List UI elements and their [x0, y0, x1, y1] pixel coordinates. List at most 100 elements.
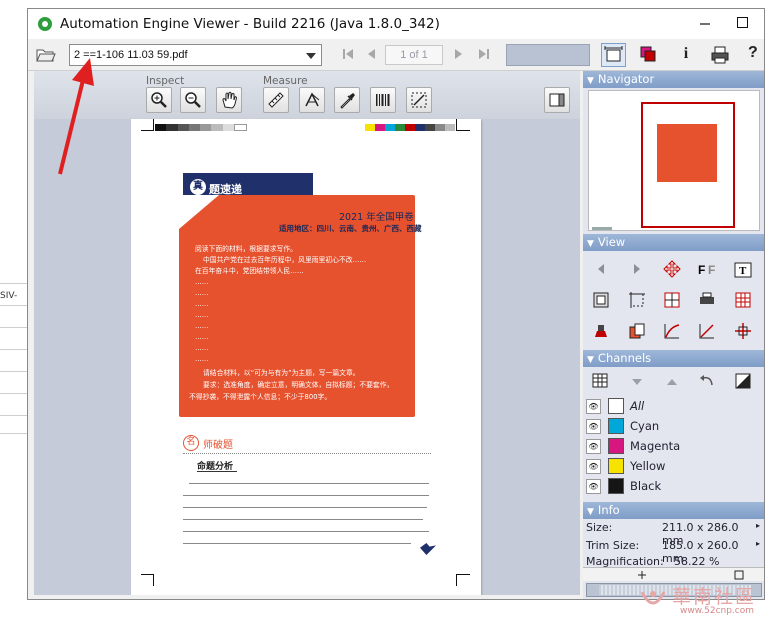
pan-hand-button[interactable] [216, 87, 242, 113]
undo-button[interactable] [697, 371, 717, 391]
view-mode-button[interactable] [601, 43, 626, 67]
last-page-icon [479, 49, 489, 59]
navigator-viewport[interactable] [641, 102, 735, 228]
flip-button[interactable]: FF [697, 259, 717, 279]
rotate-right-button[interactable] [627, 259, 647, 279]
file-select[interactable]: 2 ==1-106 11.03 59.pdf [69, 44, 322, 66]
curve-button[interactable] [662, 321, 682, 341]
bleed-box-button[interactable] [733, 290, 753, 310]
crop-mark [456, 574, 457, 586]
info-trim-row: Trim Size: 185.0 x 260.0 mm ▸ [586, 539, 762, 565]
show-media-box-button[interactable] [591, 290, 611, 310]
info-header[interactable]: ▼ Info [583, 502, 764, 519]
previous-page-icon [368, 49, 375, 59]
handwritten-line [183, 519, 423, 520]
next-page-button[interactable] [454, 48, 464, 60]
watermark-logo-icon [640, 591, 666, 605]
exam-card-fold [179, 195, 219, 229]
crop-mark [141, 130, 153, 131]
section-divider [183, 453, 431, 454]
collapse-triangle-icon: ▼ [587, 507, 594, 517]
layers-button[interactable] [627, 321, 647, 341]
channels-header[interactable]: ▼ Channels [583, 350, 764, 367]
densitometer-button[interactable] [370, 87, 396, 113]
zoom-in-button[interactable] [146, 87, 172, 113]
arrow-left-icon [598, 264, 604, 274]
eye-icon[interactable]: 👁 [586, 398, 601, 414]
separations-button[interactable] [640, 46, 656, 62]
search-field[interactable] [506, 44, 590, 66]
page-canvas[interactable]: 真 题速递 2021 年全国甲卷 适用地区：四川、云南、贵州、广西、西藏 阅读下… [34, 119, 580, 595]
page-view-icon [604, 46, 623, 62]
exam-text-line: …… [195, 300, 209, 308]
channel-down-button[interactable] [627, 371, 647, 391]
main-toolbar: 2 ==1-106 11.03 59.pdf 1 of 1 i ? [28, 39, 764, 71]
crop-mark [456, 119, 457, 131]
page-indicator[interactable]: 1 of 1 [385, 45, 443, 65]
overprint-button[interactable] [662, 290, 682, 310]
eye-icon[interactable]: 👁 [586, 478, 601, 494]
channel-grid-button[interactable] [591, 371, 611, 391]
eyedropper-button[interactable] [334, 87, 360, 113]
channel-row-black[interactable]: 👁 Black [586, 476, 762, 496]
channel-row-all[interactable]: 👁 All [586, 396, 762, 416]
gradient-button[interactable] [697, 321, 717, 341]
invert-button[interactable] [733, 371, 753, 391]
crosshair-button[interactable] [733, 321, 753, 341]
grayscale-color-bar [155, 124, 247, 131]
protractor-button[interactable] [299, 87, 325, 113]
stack-button[interactable] [591, 321, 611, 341]
pdf-page: 真 题速递 2021 年全国甲卷 适用地区：四川、云南、贵州、广西、西藏 阅读下… [131, 119, 481, 595]
exam-text-line: …… [195, 311, 209, 319]
document-view: Inspect Measure 真 题速递 2021 年全国甲卷 适用地区：四川… [34, 71, 580, 595]
section-badge: 名 [183, 435, 199, 451]
channel-row-yellow[interactable]: 👁 Yellow [586, 456, 762, 476]
print-preview-button[interactable] [697, 290, 717, 310]
exam-text-line: 请结合材料，以“可为与有为”为主题，写一篇文章。 [203, 369, 360, 377]
folder-open-icon [36, 49, 56, 62]
info-button[interactable]: i [678, 44, 694, 64]
channel-up-button[interactable] [662, 371, 682, 391]
channel-row-magenta[interactable]: 👁 Magenta [586, 436, 762, 456]
rotate-left-button[interactable] [591, 259, 611, 279]
media-box-icon [593, 292, 609, 308]
ruler-button[interactable] [263, 87, 289, 113]
crop-mark [456, 574, 470, 575]
distance-measure-button[interactable] [406, 87, 432, 113]
move-button[interactable] [662, 259, 682, 279]
stack-icon [595, 325, 607, 337]
eye-icon[interactable]: 👁 [586, 458, 601, 474]
navigator-header[interactable]: ▼ Navigator [583, 71, 764, 88]
last-page-button[interactable] [478, 48, 490, 60]
minimize-button[interactable] [696, 15, 714, 33]
channels-title: Channels [597, 351, 652, 365]
eye-icon[interactable]: 👁 [586, 418, 601, 434]
hand-icon [222, 91, 238, 109]
exam-text-line: …… [195, 278, 209, 286]
measure-group-label: Measure [263, 75, 308, 87]
handwritten-line [183, 495, 429, 496]
panel-toggle-button[interactable] [544, 87, 570, 113]
chevron-right-icon[interactable]: ▸ [756, 539, 760, 548]
text-info-button[interactable]: T [733, 259, 753, 279]
help-button[interactable]: ? [748, 44, 758, 62]
navigator-panel[interactable] [588, 90, 760, 231]
eye-icon[interactable]: 👁 [586, 438, 601, 454]
handwritten-line [183, 531, 429, 532]
channel-row-cyan[interactable]: 👁 Cyan [586, 416, 762, 436]
move-arrows-icon [663, 260, 681, 278]
separations-icon [640, 46, 656, 62]
first-page-button[interactable] [342, 48, 354, 60]
zoom-out-button[interactable] [180, 87, 206, 113]
previous-page-button[interactable] [366, 48, 376, 60]
show-trim-box-button[interactable] [627, 290, 647, 310]
info-size-row: Size: 211.0 x 286.0 mm ▸ [586, 521, 762, 547]
channel-label: Black [630, 479, 662, 493]
print-button[interactable] [711, 46, 729, 64]
open-folder-button[interactable] [36, 45, 56, 65]
watermark-text: 華南社區 [672, 586, 757, 608]
info-trim-label: Trim Size: [586, 539, 640, 552]
chevron-right-icon[interactable]: ▸ [756, 521, 760, 530]
maximize-button[interactable] [737, 17, 748, 28]
view-header[interactable]: ▼ View [583, 234, 764, 251]
